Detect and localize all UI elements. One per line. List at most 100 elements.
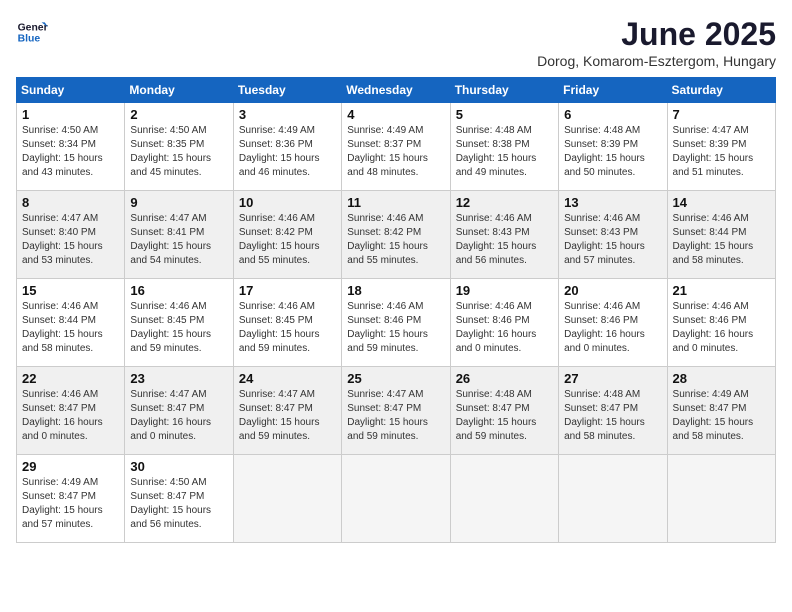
cell-text: Sunrise: 4:47 AM Sunset: 8:40 PM Dayligh… [22,212,119,268]
day-number: 27 [564,371,661,386]
day-number: 13 [564,195,661,210]
day-number: 15 [22,283,119,298]
week-row-2: 8 Sunrise: 4:47 AM Sunset: 8:40 PM Daylig… [17,191,776,279]
cell-text: Sunrise: 4:46 AM Sunset: 8:46 PM Dayligh… [347,300,444,356]
calendar-cell: 16 Sunrise: 4:46 AM Sunset: 8:45 PM Dayli… [125,279,233,367]
calendar-cell: 15 Sunrise: 4:46 AM Sunset: 8:44 PM Dayli… [17,279,125,367]
day-number: 10 [239,195,336,210]
calendar-cell: 30Sunrise: 4:50 AM Sunset: 8:47 PM Dayli… [125,455,233,543]
day-number: 19 [456,283,553,298]
day-number: 17 [239,283,336,298]
calendar-cell [559,455,667,543]
day-number: 11 [347,195,444,210]
calendar-cell: 2 Sunrise: 4:50 AM Sunset: 8:35 PM Daylig… [125,103,233,191]
logo-icon: General Blue [16,16,48,48]
col-friday: Friday [559,78,667,103]
day-number: 1 [22,107,119,122]
day-number: 5 [456,107,553,122]
calendar-cell: 17Sunrise: 4:46 AM Sunset: 8:45 PM Dayli… [233,279,341,367]
col-saturday: Saturday [667,78,775,103]
cell-text: Sunrise: 4:46 AM Sunset: 8:44 PM Dayligh… [22,300,119,356]
calendar-subtitle: Dorog, Komarom-Esztergom, Hungary [537,53,776,69]
cell-text: Sunrise: 4:48 AM Sunset: 8:39 PM Dayligh… [564,124,661,180]
cell-text: Sunrise: 4:46 AM Sunset: 8:42 PM Dayligh… [347,212,444,268]
cell-text: Sunrise: 4:49 AM Sunset: 8:47 PM Dayligh… [22,476,119,532]
calendar-cell: 25 Sunrise: 4:47 AM Sunset: 8:47 PM Dayli… [342,367,450,455]
calendar-cell: 21 Sunrise: 4:46 AM Sunset: 8:46 PM Dayli… [667,279,775,367]
cell-text: Sunrise: 4:48 AM Sunset: 8:47 PM Dayligh… [564,388,661,444]
day-number: 22 [22,371,119,386]
cell-text: Sunrise: 4:47 AM Sunset: 8:47 PM Dayligh… [130,388,227,444]
day-number: 29 [22,459,119,474]
cell-text: Sunrise: 4:46 AM Sunset: 8:44 PM Dayligh… [673,212,770,268]
calendar-cell [342,455,450,543]
cell-text: Sunrise: 4:46 AM Sunset: 8:47 PM Dayligh… [22,388,119,444]
calendar-cell: 3 Sunrise: 4:49 AM Sunset: 8:36 PM Daylig… [233,103,341,191]
calendar-cell: 7 Sunrise: 4:47 AM Sunset: 8:39 PM Daylig… [667,103,775,191]
day-number: 16 [130,283,227,298]
col-thursday: Thursday [450,78,558,103]
col-wednesday: Wednesday [342,78,450,103]
week-row-4: 22 Sunrise: 4:46 AM Sunset: 8:47 PM Dayli… [17,367,776,455]
day-number: 12 [456,195,553,210]
calendar-cell: 29 Sunrise: 4:49 AM Sunset: 8:47 PM Dayli… [17,455,125,543]
day-number: 18 [347,283,444,298]
calendar-cell: 18 Sunrise: 4:46 AM Sunset: 8:46 PM Dayli… [342,279,450,367]
col-sunday: Sunday [17,78,125,103]
logo: General Blue [16,16,48,48]
day-number: 8 [22,195,119,210]
day-number: 26 [456,371,553,386]
header-row: Sunday Monday Tuesday Wednesday Thursday… [17,78,776,103]
cell-text: Sunrise: 4:49 AM Sunset: 8:36 PM Dayligh… [239,124,336,180]
cell-text: Sunrise: 4:49 AM Sunset: 8:47 PM Dayligh… [673,388,770,444]
calendar-cell: 1Sunrise: 4:50 AM Sunset: 8:34 PM Daylig… [17,103,125,191]
day-number: 21 [673,283,770,298]
title-area: June 2025 Dorog, Komarom-Esztergom, Hung… [537,16,776,69]
cell-text: Sunrise: 4:46 AM Sunset: 8:43 PM Dayligh… [456,212,553,268]
calendar-cell [450,455,558,543]
cell-text: Sunrise: 4:47 AM Sunset: 8:47 PM Dayligh… [347,388,444,444]
cell-text: Sunrise: 4:49 AM Sunset: 8:37 PM Dayligh… [347,124,444,180]
cell-text: Sunrise: 4:50 AM Sunset: 8:35 PM Dayligh… [130,124,227,180]
calendar-cell: 8 Sunrise: 4:47 AM Sunset: 8:40 PM Daylig… [17,191,125,279]
cell-text: Sunrise: 4:46 AM Sunset: 8:45 PM Dayligh… [130,300,227,356]
day-number: 4 [347,107,444,122]
cell-text: Sunrise: 4:46 AM Sunset: 8:46 PM Dayligh… [456,300,553,356]
calendar-cell: 20Sunrise: 4:46 AM Sunset: 8:46 PM Dayli… [559,279,667,367]
week-row-1: 1Sunrise: 4:50 AM Sunset: 8:34 PM Daylig… [17,103,776,191]
calendar-cell: 28 Sunrise: 4:49 AM Sunset: 8:47 PM Dayli… [667,367,775,455]
calendar-cell: 10 Sunrise: 4:46 AM Sunset: 8:42 PM Dayli… [233,191,341,279]
calendar-cell: 5Sunrise: 4:48 AM Sunset: 8:38 PM Daylig… [450,103,558,191]
cell-text: Sunrise: 4:46 AM Sunset: 8:46 PM Dayligh… [673,300,770,356]
cell-text: Sunrise: 4:48 AM Sunset: 8:47 PM Dayligh… [456,388,553,444]
day-number: 6 [564,107,661,122]
calendar-cell: 13Sunrise: 4:46 AM Sunset: 8:43 PM Dayli… [559,191,667,279]
cell-text: Sunrise: 4:47 AM Sunset: 8:47 PM Dayligh… [239,388,336,444]
calendar-cell: 11 Sunrise: 4:46 AM Sunset: 8:42 PM Dayli… [342,191,450,279]
week-row-3: 15 Sunrise: 4:46 AM Sunset: 8:44 PM Dayli… [17,279,776,367]
calendar-cell: 4 Sunrise: 4:49 AM Sunset: 8:37 PM Daylig… [342,103,450,191]
day-number: 7 [673,107,770,122]
calendar-cell: 22 Sunrise: 4:46 AM Sunset: 8:47 PM Dayli… [17,367,125,455]
calendar-cell: 27 Sunrise: 4:48 AM Sunset: 8:47 PM Dayli… [559,367,667,455]
calendar-title: June 2025 [537,16,776,53]
cell-text: Sunrise: 4:46 AM Sunset: 8:42 PM Dayligh… [239,212,336,268]
week-row-5: 29 Sunrise: 4:49 AM Sunset: 8:47 PM Dayli… [17,455,776,543]
cell-text: Sunrise: 4:47 AM Sunset: 8:39 PM Dayligh… [673,124,770,180]
day-number: 20 [564,283,661,298]
calendar-cell [667,455,775,543]
day-number: 28 [673,371,770,386]
calendar-cell: 19 Sunrise: 4:46 AM Sunset: 8:46 PM Dayli… [450,279,558,367]
day-number: 25 [347,371,444,386]
calendar-cell: 23Sunrise: 4:47 AM Sunset: 8:47 PM Dayli… [125,367,233,455]
calendar-cell [233,455,341,543]
day-number: 24 [239,371,336,386]
calendar-cell: 6 Sunrise: 4:48 AM Sunset: 8:39 PM Daylig… [559,103,667,191]
svg-text:Blue: Blue [18,34,41,45]
col-tuesday: Tuesday [233,78,341,103]
day-number: 3 [239,107,336,122]
day-number: 14 [673,195,770,210]
day-number: 2 [130,107,227,122]
day-number: 30 [130,459,227,474]
svg-text:General: General [18,22,48,33]
